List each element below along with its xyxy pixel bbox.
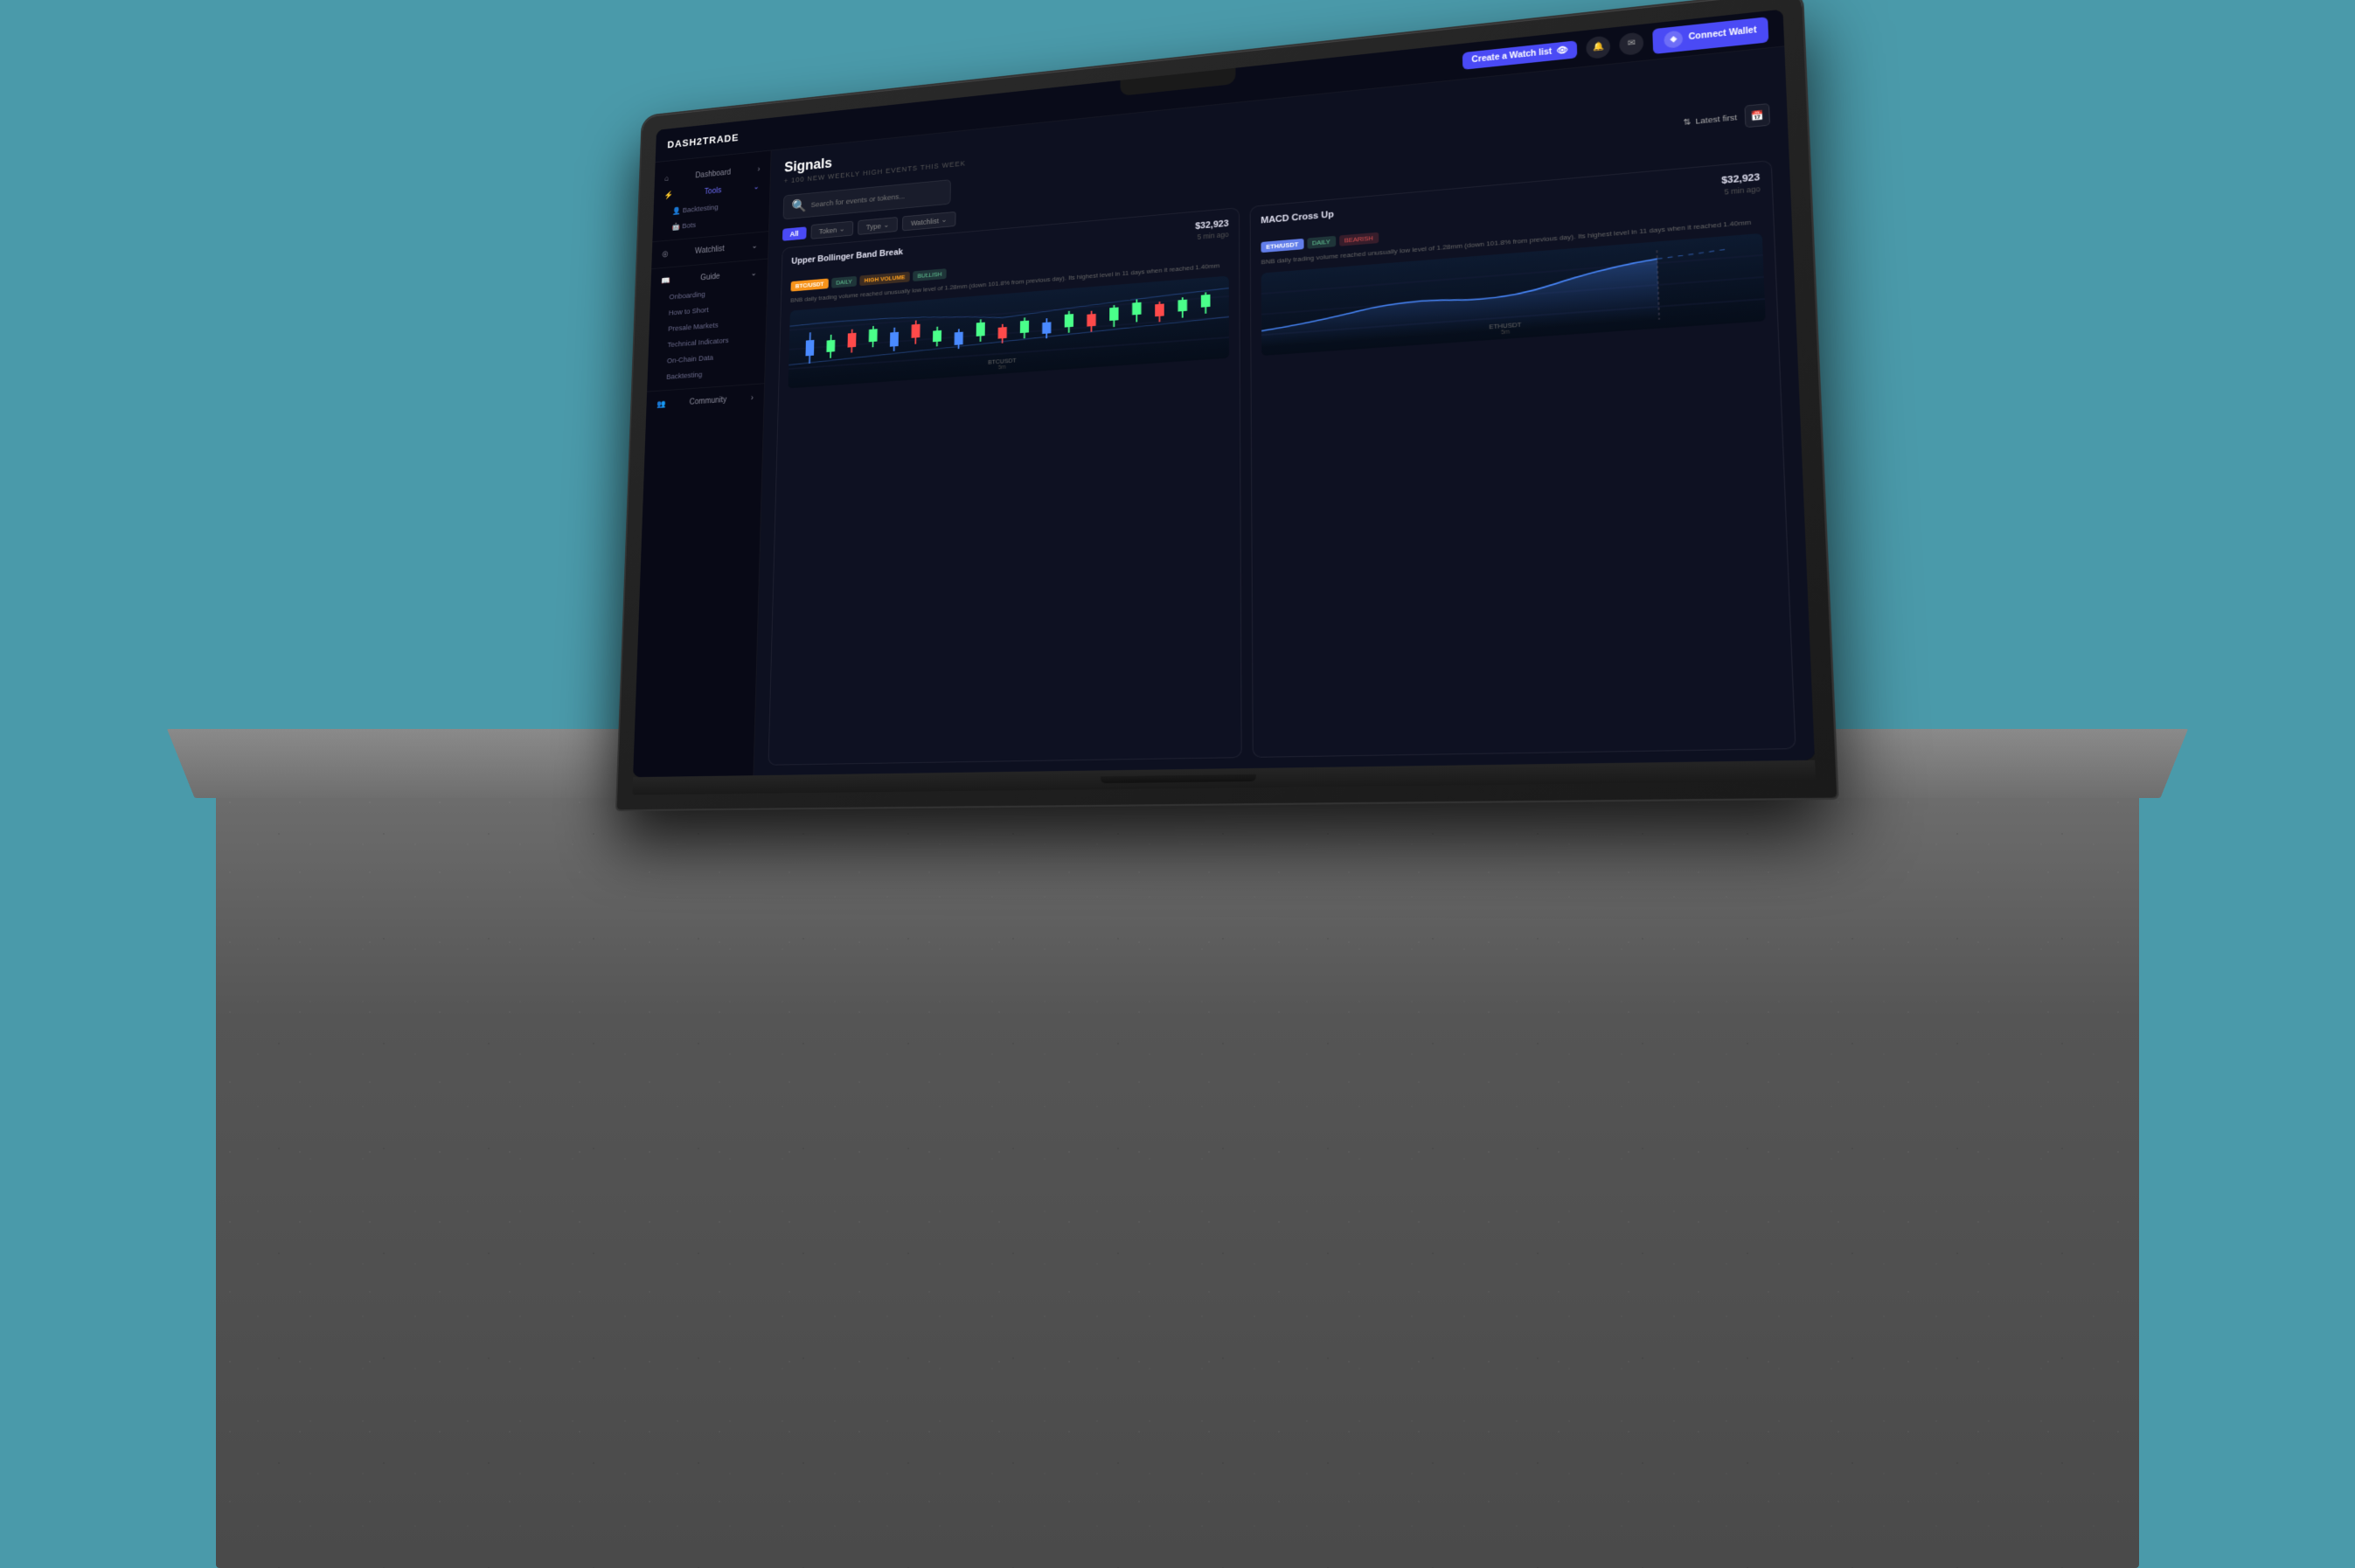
laptop: DASH2TRADE Create a Watch list 👁 🔔 ✉ ◈ C… <box>617 0 1837 809</box>
connect-wallet-label: Connect Wallet <box>1688 25 1756 42</box>
connect-wallet-button[interactable]: ◈ Connect Wallet <box>1652 17 1768 54</box>
token-label: Token <box>819 225 837 235</box>
guide-icon: 📖 <box>661 277 670 286</box>
community-label: Community <box>689 396 726 407</box>
search-input[interactable] <box>810 188 942 209</box>
sort-label: Latest first <box>1695 113 1737 126</box>
chevron-icon: › <box>757 165 760 174</box>
backtesting-label: Backtesting <box>683 203 719 214</box>
calendar-icon: 📅 <box>1750 109 1764 121</box>
backtesting-guide-label: Backtesting <box>666 371 702 382</box>
filter-group: ⇅ Latest first 📅 <box>1683 103 1770 134</box>
type-label: Type <box>866 222 881 231</box>
tools-icon: ⚡ <box>664 191 674 200</box>
robot-icon: 🤖 <box>671 223 680 232</box>
card-2-bearish-tag: BEARISH <box>1339 232 1379 246</box>
community-icon: 👥 <box>656 400 666 409</box>
screen-bezel: DASH2TRADE Create a Watch list 👁 🔔 ✉ ◈ C… <box>633 10 1815 778</box>
technical-indicators-label: Technical Indicators <box>667 336 728 350</box>
screen-content: DASH2TRADE Create a Watch list 👁 🔔 ✉ ◈ C… <box>633 10 1815 778</box>
eye-icon: 👁 <box>1556 45 1568 56</box>
watchlist-filter-label: Watchlist <box>911 217 939 227</box>
sidebar-item-community[interactable]: 👥 Community › <box>646 389 764 414</box>
card-2-title-group: MACD Cross Up <box>1261 210 1334 225</box>
wallet-icon: ◈ <box>1664 30 1683 48</box>
card-2-title: MACD Cross Up <box>1261 210 1334 225</box>
type-chevron: ⌄ <box>884 220 890 229</box>
mail-icon[interactable]: ✉ <box>1619 31 1643 56</box>
card-1-chart-label: BTCUSDT 5m <box>988 357 1017 371</box>
card-1-highvol-tag: HIGH VOLUME <box>859 272 909 286</box>
search-icon: 🔍 <box>791 198 806 214</box>
guide-label: Guide <box>700 273 720 282</box>
filter-all-button[interactable]: All <box>782 226 806 240</box>
chevron-watchlist-icon: ⌄ <box>752 242 758 251</box>
signal-card-2: MACD Cross Up $32,923 5 min ago ETH/USDT <box>1250 160 1796 758</box>
card-1-token-tag: BTC/USDT <box>790 279 828 292</box>
bots-label: Bots <box>682 221 696 231</box>
logo: DASH2TRADE <box>667 132 739 150</box>
user-icon: 👤 <box>672 207 681 216</box>
chevron-down-icon: ⌄ <box>754 183 760 191</box>
onboarding-label: Onboarding <box>669 290 705 302</box>
card-2-daily-tag: DAILY <box>1307 236 1336 249</box>
tools-label: Tools <box>705 186 722 196</box>
calendar-button[interactable]: 📅 <box>1744 103 1770 128</box>
filter-type-button[interactable]: Type ⌄ <box>858 217 898 235</box>
presale-markets-label: Presale Markets <box>668 321 719 333</box>
watchlist-chevron: ⌄ <box>941 215 948 224</box>
card-1-price: $32,923 <box>1195 219 1228 231</box>
card-2-token-tag: ETH/USDT <box>1261 239 1303 253</box>
watchlist-label: Watchlist <box>695 245 725 256</box>
token-chevron: ⌄ <box>839 225 845 233</box>
filter-token-button[interactable]: Token ⌄ <box>810 221 853 239</box>
concrete-block <box>216 781 2139 1568</box>
content-area: Signals + 100 NEW WEEKLY HIGH EVENTS THI… <box>754 46 1815 775</box>
how-to-short-label: How to Short <box>669 306 709 317</box>
card-2-time: 5 min ago <box>1722 184 1761 197</box>
on-chain-data-label: On-Chain Data <box>667 354 713 366</box>
sort-icon: ⇅ <box>1683 117 1691 128</box>
chevron-community-icon: › <box>751 394 754 403</box>
card-2-price-group: $32,923 5 min ago <box>1721 172 1761 197</box>
card-1-price-group: $32,923 5 min ago <box>1195 219 1228 241</box>
signals-grid: Upper Bollinger Band Break $32,923 5 min… <box>754 158 1815 775</box>
sidebar: ⌂ Dashboard › ⚡ Tools ⌄ 👤 Backtesting <box>633 150 771 777</box>
create-watchlist-button[interactable]: Create a Watch list 👁 <box>1462 40 1577 70</box>
dashboard-label: Dashboard <box>695 169 731 180</box>
home-icon: ⌂ <box>664 175 669 184</box>
card-2-chart-label: ETHUSDT 5m <box>1489 321 1521 336</box>
card-1-daily-tag: DAILY <box>831 276 857 288</box>
card-1-title: Upper Bollinger Band Break <box>791 247 903 267</box>
notification-icon[interactable]: 🔔 <box>1586 35 1610 59</box>
card-2-price: $32,923 <box>1721 172 1760 186</box>
signal-card-1: Upper Bollinger Band Break $32,923 5 min… <box>768 207 1242 766</box>
create-watchlist-label: Create a Watch list <box>1471 47 1552 65</box>
card-1-time: 5 min ago <box>1195 230 1228 241</box>
main-layout: ⌂ Dashboard › ⚡ Tools ⌄ 👤 Backtesting <box>633 46 1815 777</box>
laptop-hinge <box>1101 774 1256 783</box>
filter-watchlist-button[interactable]: Watchlist ⌄ <box>902 212 955 231</box>
card-1-bullish-tag: BULLISH <box>913 268 947 281</box>
card-1-title-group: Upper Bollinger Band Break <box>791 247 903 267</box>
watch-icon: ◎ <box>662 250 669 259</box>
sort-button[interactable]: ⇅ Latest first <box>1683 113 1737 128</box>
chevron-guide-icon: ⌄ <box>751 269 757 278</box>
laptop-body: DASH2TRADE Create a Watch list 👁 🔔 ✉ ◈ C… <box>617 0 1837 809</box>
